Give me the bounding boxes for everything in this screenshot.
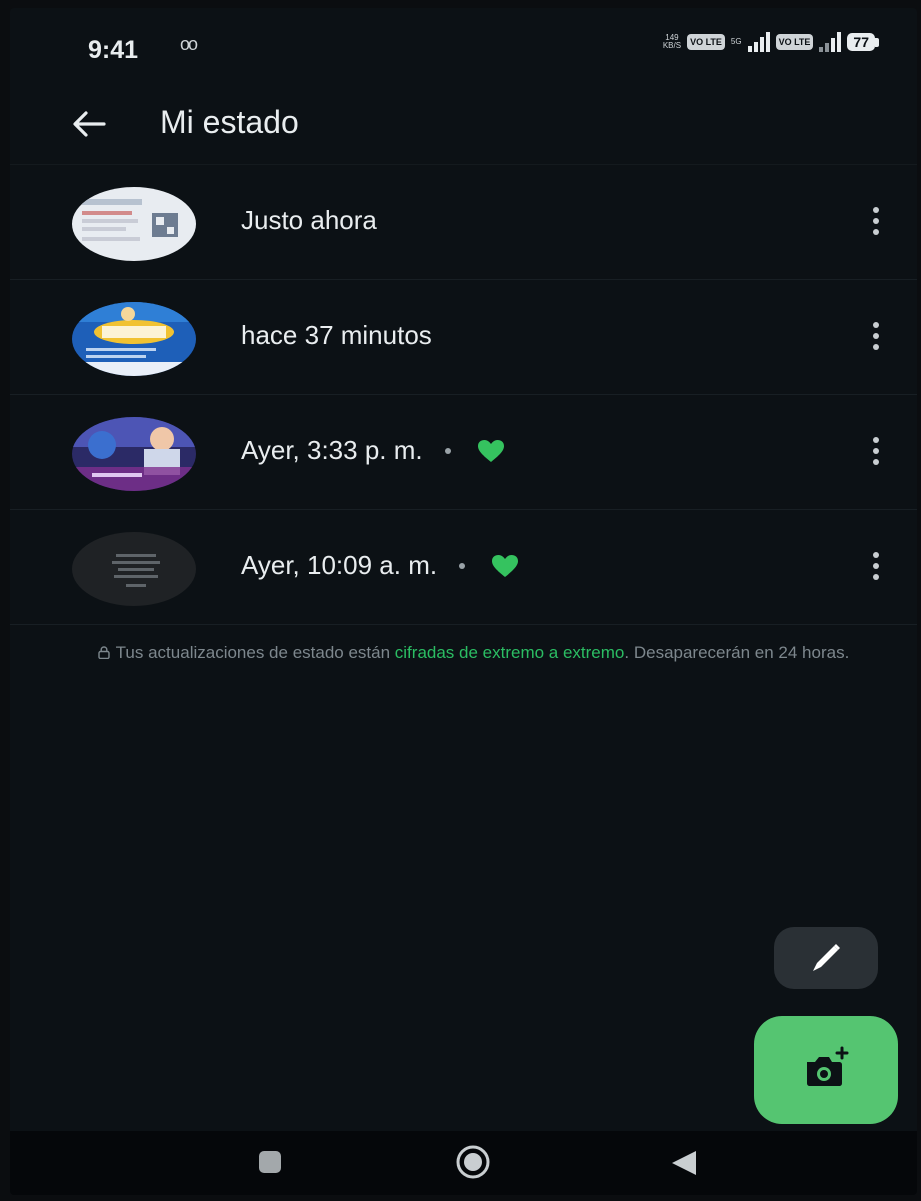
notice-text-prefix: Tus actualizaciones de estado están (115, 643, 395, 662)
separator-dot (459, 562, 466, 569)
volte-badge-sim2: VO LTE (775, 34, 814, 50)
text-status-button[interactable] (774, 927, 878, 989)
status-time-label: Justo ahora (241, 205, 377, 236)
status-thumbnail[interactable] (72, 302, 196, 376)
more-options-icon[interactable] (871, 552, 881, 580)
app-screen: 9:41 oo 149 KB/S VO LTE 5G VO LTE 77 Mi … (10, 8, 917, 1195)
status-thumbnail[interactable] (72, 417, 196, 491)
status-time-text: hace 37 minutos (241, 320, 432, 350)
more-options-icon[interactable] (871, 437, 881, 465)
signal-icon-sim1 (747, 32, 770, 52)
arrow-left-icon[interactable] (66, 102, 110, 146)
status-time-text: Justo ahora (241, 205, 377, 235)
system-icons: 149 KB/S VO LTE 5G VO LTE 77 (663, 32, 879, 52)
status-list: Justo ahora hace 37 minutos Ayer, 3:33 p… (10, 164, 917, 625)
status-item[interactable]: Justo ahora (10, 164, 917, 280)
data-speed-indicator: 149 KB/S (663, 34, 681, 50)
status-time-text: Ayer, 3:33 p. m. (241, 435, 423, 465)
more-options-icon[interactable] (871, 322, 881, 350)
page-title: Mi estado (160, 104, 299, 140)
status-thumbnail[interactable] (72, 187, 196, 261)
encryption-link[interactable]: cifradas de extremo a extremo (395, 643, 625, 662)
lock-icon (97, 646, 110, 659)
heart-icon (477, 439, 504, 462)
network-type-label: 5G (730, 37, 742, 46)
triangle-back-icon[interactable] (669, 1148, 699, 1178)
circle-home-icon[interactable] (455, 1144, 491, 1180)
voicemail-icon: oo (180, 34, 198, 54)
encryption-notice: Tus actualizaciones de estado están cifr… (70, 641, 877, 665)
volte-badge-sim1: VO LTE (687, 34, 725, 50)
camera-add-icon (807, 1046, 849, 1086)
status-time-label: Ayer, 3:33 p. m. (241, 435, 505, 466)
app-header: Mi estado (10, 84, 917, 164)
status-item[interactable]: hace 37 minutos (10, 280, 917, 395)
status-thumbnail[interactable] (72, 532, 196, 606)
camera-status-button[interactable] (754, 1016, 898, 1124)
pencil-icon (813, 944, 840, 971)
status-time-label: hace 37 minutos (241, 320, 432, 351)
battery-level: 77 (847, 33, 875, 51)
battery-icon: 77 (847, 33, 879, 51)
status-time-text: Ayer, 10:09 a. m. (241, 550, 438, 580)
status-bar: 9:41 oo 149 KB/S VO LTE 5G VO LTE 77 (10, 8, 917, 84)
status-item[interactable]: Ayer, 10:09 a. m. (10, 510, 917, 625)
separator-dot (444, 447, 451, 454)
notice-text-suffix: . Desaparecerán en 24 horas. (624, 643, 850, 662)
system-nav-bar (10, 1131, 917, 1195)
status-time-label: Ayer, 10:09 a. m. (241, 550, 519, 581)
status-time: 9:41 (88, 36, 139, 64)
heart-icon (492, 554, 519, 577)
square-icon[interactable] (259, 1151, 281, 1173)
data-speed-unit: KB/S (662, 41, 682, 50)
signal-icon-sim2 (819, 32, 842, 52)
status-item[interactable]: Ayer, 3:33 p. m. (10, 395, 917, 510)
more-options-icon[interactable] (871, 207, 881, 235)
